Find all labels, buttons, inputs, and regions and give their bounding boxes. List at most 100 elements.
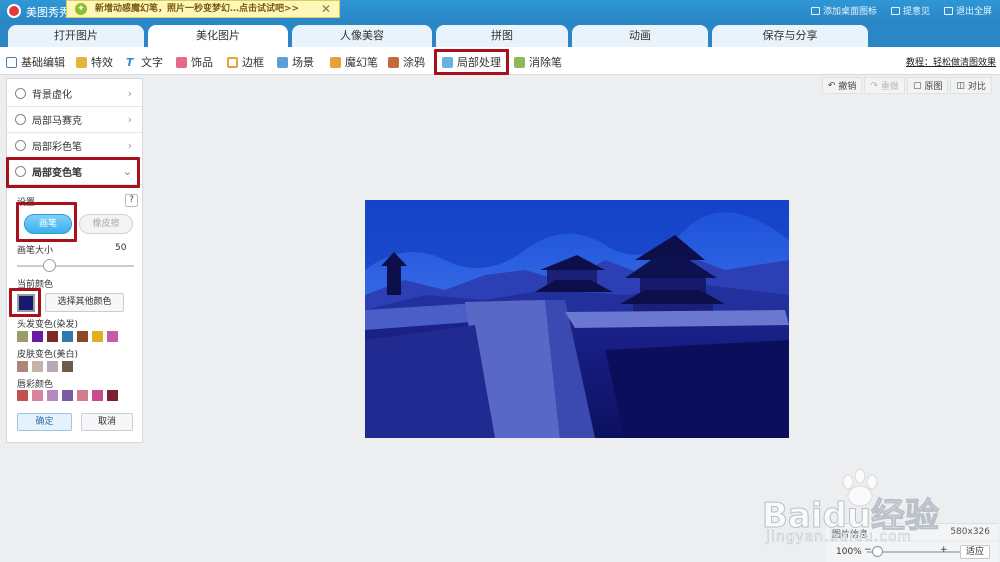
eraser-mode-button[interactable]: 橡皮擦 <box>79 214 133 234</box>
mosaic-icon <box>15 114 26 125</box>
brush-size-slider-handle[interactable] <box>42 259 56 272</box>
tool-text[interactable]: T 文字 <box>126 54 163 70</box>
tool-decorations[interactable]: 饰品 <box>176 54 213 70</box>
tool-effects[interactable]: 特效 <box>76 54 113 70</box>
blur-icon <box>15 88 26 99</box>
frame-icon <box>227 56 238 68</box>
hair-color-label: 头发变色(染发) <box>17 320 79 330</box>
edited-photo[interactable] <box>365 200 789 438</box>
eraser-label: 橡皮擦 <box>92 219 120 229</box>
original-icon: ▢ <box>912 80 922 91</box>
zoom-slider-handle[interactable] <box>871 546 883 557</box>
canvas-toolbar: ↶ 撤销 ↷ 重做 ▢ 原图 ◫ 对比 <box>821 77 992 94</box>
close-icon[interactable]: ✕ <box>321 1 331 17</box>
wand-icon <box>76 56 87 68</box>
tool-frames[interactable]: 边框 <box>227 54 264 70</box>
redo-button[interactable]: ↷ 重做 <box>864 77 905 94</box>
lip-color-swatch[interactable] <box>92 390 103 401</box>
lip-color-swatch[interactable] <box>107 390 118 401</box>
chevron-right-icon: › <box>127 113 132 126</box>
brush-icon <box>388 56 399 68</box>
highlight-box-brush <box>16 202 77 242</box>
magic-pen-icon <box>330 56 341 68</box>
zoom-value: 100% <box>836 547 862 557</box>
tab-open-image[interactable]: 打开图片 <box>8 25 144 47</box>
local-process-panel: 背景虚化 › 局部马赛克 › 局部彩色笔 › 局部变色笔 ⌄ 设置 ? 画笔 橡皮擦 画… <box>6 78 143 443</box>
confirm-button[interactable]: 确定 <box>17 413 72 431</box>
app-logo-icon <box>7 4 21 18</box>
window-actions: 添加桌面图标 提意见 退出全屏 <box>810 4 992 17</box>
tool-magic-pen[interactable]: 魔幻笔 <box>330 54 378 70</box>
hair-color-swatch[interactable] <box>47 331 58 342</box>
brush-size-value: 50 <box>115 243 127 253</box>
skin-color-label: 皮肤变色(美白) <box>17 350 79 360</box>
tool-doodle[interactable]: 涂鸦 <box>388 54 425 70</box>
star-icon <box>810 6 820 15</box>
tab-collage[interactable]: 拼图 <box>436 25 568 47</box>
image-size: 580x326 <box>950 527 990 537</box>
skin-color-swatch[interactable] <box>62 361 73 372</box>
compare-button[interactable]: ◫ 对比 <box>950 77 992 94</box>
color-pen-icon <box>15 140 26 151</box>
eraser-pen-icon <box>514 56 525 68</box>
lip-color-swatch[interactable] <box>77 390 88 401</box>
tutorial-link[interactable]: 教程：轻松做清图效果 <box>906 55 996 68</box>
cancel-button[interactable]: 取消 <box>81 413 133 431</box>
tab-portrait[interactable]: 人像美容 <box>292 25 432 47</box>
exit-icon <box>943 6 953 15</box>
skin-color-swatch[interactable] <box>32 361 43 372</box>
skin-color-swatches <box>17 361 73 372</box>
title-bar: 美图秀秀 ✦ 新增动感魔幻笔，照片一秒变梦幻…点击试试吧>> ✕ 添加桌面图标 … <box>0 0 1000 22</box>
highlight-box-local-process <box>434 49 509 75</box>
hair-color-swatch[interactable] <box>17 331 28 342</box>
app-title: 美图秀秀 <box>26 6 70 19</box>
image-info-label[interactable]: 图片信息 <box>832 527 868 540</box>
tab-save-share[interactable]: 保存与分享 <box>712 25 868 47</box>
brush-size-label: 画笔大小 <box>17 246 54 256</box>
lip-color-swatch[interactable] <box>17 390 28 401</box>
tab-beautify[interactable]: 美化图片 <box>148 25 288 47</box>
chat-icon <box>890 6 900 15</box>
hair-color-swatch[interactable] <box>62 331 73 342</box>
zoom-in-button[interactable]: + <box>940 545 948 555</box>
pick-other-color-button[interactable]: 选择其他颜色 <box>45 293 124 312</box>
skin-color-swatch[interactable] <box>47 361 58 372</box>
feedback-link[interactable]: 提意见 <box>890 4 930 17</box>
highlight-box-recolor-pen <box>6 157 140 188</box>
text-icon: T <box>126 55 134 69</box>
lip-color-swatches <box>17 390 118 401</box>
hair-color-swatch[interactable] <box>32 331 43 342</box>
exit-fullscreen-link[interactable]: 退出全屏 <box>943 4 992 17</box>
bow-icon <box>176 56 187 68</box>
lip-color-label: 唇彩颜色 <box>17 380 54 390</box>
zoom-out-button[interactable]: − <box>864 545 872 555</box>
undo-button[interactable]: ↶ 撤销 <box>821 77 863 94</box>
lightbulb-icon: ✦ <box>75 3 87 15</box>
hair-color-swatch[interactable] <box>107 331 118 342</box>
accordion-local-mosaic[interactable]: 局部马赛克 › <box>7 107 142 133</box>
tool-eraser-pen[interactable]: 消除笔 <box>514 54 562 70</box>
ancient-town-night-image <box>365 200 789 438</box>
tab-animation[interactable]: 动画 <box>572 25 708 47</box>
edit-icon <box>6 56 17 68</box>
add-desktop-icon-link[interactable]: 添加桌面图标 <box>810 4 877 17</box>
chevron-right-icon: › <box>127 139 132 152</box>
tool-scenes[interactable]: 场景 <box>277 54 314 70</box>
hair-color-swatch[interactable] <box>92 331 103 342</box>
highlight-box-current-color <box>9 288 41 317</box>
fit-button[interactable]: 适应 <box>960 545 990 559</box>
lip-color-swatch[interactable] <box>47 390 58 401</box>
skin-color-swatch[interactable] <box>17 361 28 372</box>
chevron-right-icon: › <box>127 87 132 100</box>
lip-color-swatch[interactable] <box>32 390 43 401</box>
hair-color-swatch[interactable] <box>77 331 88 342</box>
tool-basic-edit[interactable]: 基础编辑 <box>6 54 65 70</box>
promo-text[interactable]: 新增动感魔幻笔，照片一秒变梦幻…点击试试吧>> <box>95 4 299 14</box>
accordion-local-color-pen[interactable]: 局部彩色笔 › <box>7 133 142 159</box>
lip-color-swatch[interactable] <box>62 390 73 401</box>
original-button[interactable]: ▢ 原图 <box>906 77 949 94</box>
promo-banner[interactable]: ✦ 新增动感魔幻笔，照片一秒变梦幻…点击试试吧>> ✕ <box>66 0 340 18</box>
help-button[interactable]: ? <box>125 194 138 207</box>
accordion-background-blur[interactable]: 背景虚化 › <box>7 81 142 107</box>
brush-size-slider[interactable] <box>17 265 134 267</box>
